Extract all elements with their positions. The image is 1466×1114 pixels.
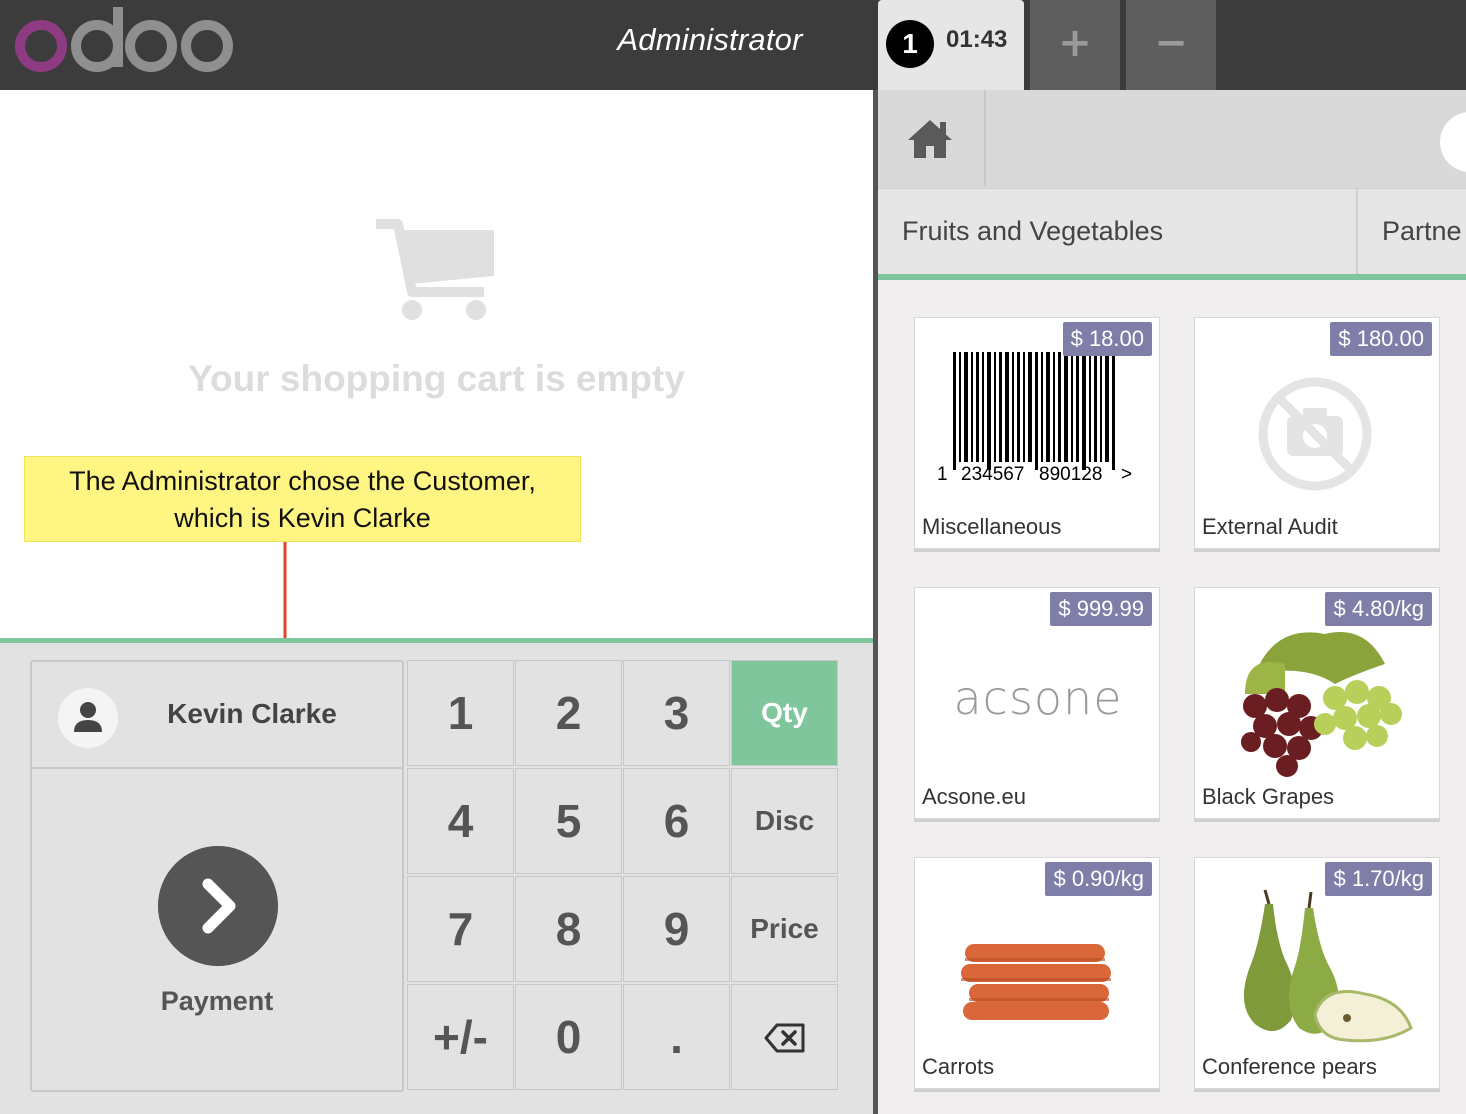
order-lines-area: Your shopping cart is empty The Administ… [0,90,873,678]
product-name: Miscellaneous [922,514,1062,539]
add-order-button[interactable]: + [1030,0,1120,90]
mode-price-button[interactable]: Price [731,876,838,982]
price-tag: $ 0.90/kg [1045,862,1152,896]
price-tag: $ 4.80/kg [1325,592,1432,626]
acsone-logo: acsone [953,671,1122,725]
order-time: 01:43 [946,26,1008,53]
customer-button[interactable]: Kevin Clarke [32,662,402,769]
minus-icon: − [1154,20,1188,66]
annotation-line-2: which is Kevin Clarke [174,503,431,533]
home-button[interactable] [878,90,986,186]
category-partner[interactable]: Partne [1382,189,1466,275]
product-carrots[interactable]: $ 0.90/kg Carrots [914,857,1160,1089]
category-bar: Fruits and Vegetables Partne [878,188,1466,275]
payment-button[interactable]: Payment [32,771,402,1090]
empty-cart-message: Your shopping cart is empty [188,358,685,399]
product-name: Acsone.eu [922,784,1026,809]
barcode-image: 1 234567 890128 > [937,352,1132,485]
product-name: External Audit [1202,514,1338,539]
product-black-grapes[interactable]: $ 4.80/kg Black Grapes [1194,587,1440,819]
search-input[interactable] [1440,112,1466,172]
numpad-key-dot[interactable]: . [623,984,730,1090]
payment-label: Payment [160,986,274,1016]
pears-image [1243,889,1413,1043]
home-icon [908,120,952,158]
svg-text:234567: 234567 [961,464,1024,485]
products-pane: Fruits and Vegetables Partne 1 234567 89… [878,90,1466,1114]
numpad-key-0[interactable]: 0 [515,984,622,1090]
remove-order-button[interactable]: − [1126,0,1216,90]
carrots-image [961,944,1111,1020]
category-fruits-and-vegetables[interactable]: Fruits and Vegetables [902,189,1332,275]
shopping-cart-icon [376,219,494,320]
numpad-key-5[interactable]: 5 [515,768,622,874]
product-name: Carrots [922,1054,995,1079]
numpad-key-6[interactable]: 6 [623,768,730,874]
numpad: 1 2 3 Qty 4 5 6 Disc 7 8 9 Price +/- 0 . [407,660,841,1092]
numpad-key-7[interactable]: 7 [407,876,514,982]
product-name: Conference pears [1202,1054,1377,1079]
product-external-audit[interactable]: $ 180.00 External Audit [1194,317,1440,549]
numpad-key-8[interactable]: 8 [515,876,622,982]
numpad-key-9[interactable]: 9 [623,876,730,982]
product-conference-pears[interactable]: $ 1.70/kg Conference pears [1194,857,1440,1089]
numpad-key-1[interactable]: 1 [407,660,514,766]
svg-text:>: > [1121,464,1132,485]
product-miscellaneous[interactable]: 1 234567 890128 > $ 18.00 Miscellaneous [914,317,1160,549]
breadcrumb [878,90,1466,188]
no-image-icon [1258,377,1372,491]
product-list: 1 234567 890128 > $ 18.00 Miscellaneous … [878,280,1466,1114]
grapes-image [1241,632,1402,777]
numpad-key-3[interactable]: 3 [623,660,730,766]
price-tag: $ 1.70/kg [1325,862,1432,896]
plus-icon: + [1058,20,1092,66]
top-bar: Administrator 1 01:43 + − [0,0,1466,90]
price-tag: $ 180.00 [1330,322,1432,356]
category-separator [1356,189,1358,275]
customer-name: Kevin Clarke [167,698,337,729]
annotation-callout: The Administrator chose the Customer, wh… [24,456,581,542]
backspace-button[interactable] [731,984,838,1090]
order-number: 1 [886,20,934,68]
order-tab[interactable]: 1 01:43 [878,0,1024,90]
actions-block: Kevin Clarke Payment [30,660,404,1092]
backspace-icon [764,1023,804,1053]
control-pad: Kevin Clarke Payment 1 2 3 Qty 4 5 6 Dis… [0,643,873,1114]
svg-text:890128: 890128 [1039,464,1102,485]
user-icon [58,688,118,748]
numpad-key-plus-minus[interactable]: +/- [407,984,514,1090]
cashier-name[interactable]: Administrator [560,22,860,58]
mode-disc-button[interactable]: Disc [731,768,838,874]
svg-text:1: 1 [937,464,948,485]
svg-text:acsone: acsone [953,671,1122,725]
price-tag: $ 18.00 [1062,322,1152,356]
product-name: Black Grapes [1202,784,1335,809]
mode-qty-button[interactable]: Qty [731,660,838,766]
odoo-logo [15,7,233,72]
numpad-key-4[interactable]: 4 [407,768,514,874]
price-tag: $ 999.99 [1050,592,1152,626]
annotation-line-1: The Administrator chose the Customer, [69,466,536,496]
order-pane: Your shopping cart is empty The Administ… [0,90,873,1114]
chevron-right-icon [158,846,278,966]
numpad-key-2[interactable]: 2 [515,660,622,766]
product-acsone[interactable]: acsone $ 999.99 Acsone.eu [914,587,1160,819]
